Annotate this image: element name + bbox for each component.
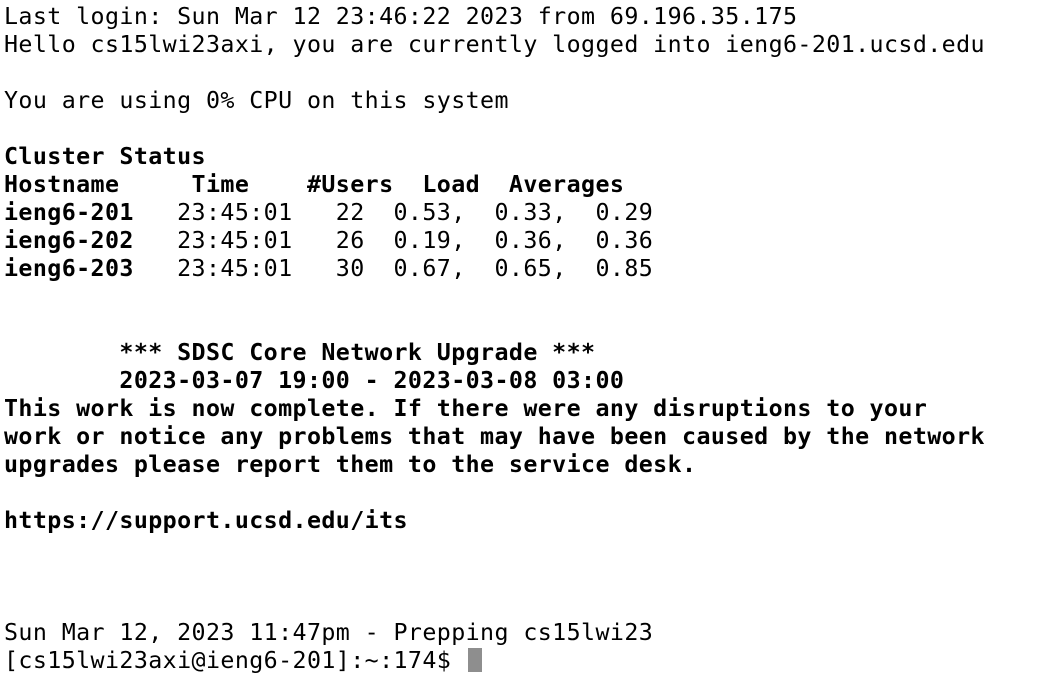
- text-cursor: [467, 648, 482, 672]
- cluster-status-title: Cluster Status: [4, 143, 206, 170]
- notice-window: 2023-03-07 19:00 - 2023-03-08 03:00: [4, 367, 625, 394]
- notice-body-line: This work is now complete. If there were…: [4, 395, 928, 422]
- cluster-stats: 23:45:01 30 0.67, 0.65, 0.85: [133, 255, 654, 282]
- notice-body-line: work or notice any problems that may hav…: [4, 423, 985, 450]
- cluster-hostname: ieng6-202: [4, 227, 134, 254]
- cpu-usage-line: You are using 0% CPU on this system: [4, 87, 509, 114]
- cluster-table-header: Hostname Time #Users Load Averages: [4, 171, 625, 198]
- cluster-table-row: ieng6-203 23:45:01 30 0.67, 0.65, 0.85: [4, 255, 1048, 283]
- prompt-line[interactable]: [cs15lwi23axi@ieng6-201]:~:174$: [4, 647, 1048, 675]
- status-line: Sun Mar 12, 2023 11:47pm - Prepping cs15…: [4, 619, 654, 646]
- cluster-stats: 23:45:01 22 0.53, 0.33, 0.29: [133, 199, 654, 226]
- terminal-window[interactable]: Last login: Sun Mar 12 23:46:22 2023 fro…: [4, 3, 1048, 675]
- notice-title: *** SDSC Core Network Upgrade ***: [4, 339, 596, 366]
- last-login-line: Last login: Sun Mar 12 23:46:22 2023 fro…: [4, 3, 798, 30]
- support-link[interactable]: https://support.ucsd.edu/its: [4, 507, 1048, 535]
- cluster-hostname: ieng6-203: [4, 255, 134, 282]
- shell-prompt: [cs15lwi23axi@ieng6-201]:~:174$: [4, 647, 452, 674]
- hello-line: Hello cs15lwi23axi, you are currently lo…: [4, 31, 985, 58]
- cluster-table-row: ieng6-202 23:45:01 26 0.19, 0.36, 0.36: [4, 227, 1048, 255]
- cluster-hostname: ieng6-201: [4, 199, 134, 226]
- notice-body-line: upgrades please report them to the servi…: [4, 451, 697, 478]
- cluster-stats: 23:45:01 26 0.19, 0.36, 0.36: [133, 227, 654, 254]
- cluster-table-row: ieng6-201 23:45:01 22 0.53, 0.33, 0.29: [4, 199, 1048, 227]
